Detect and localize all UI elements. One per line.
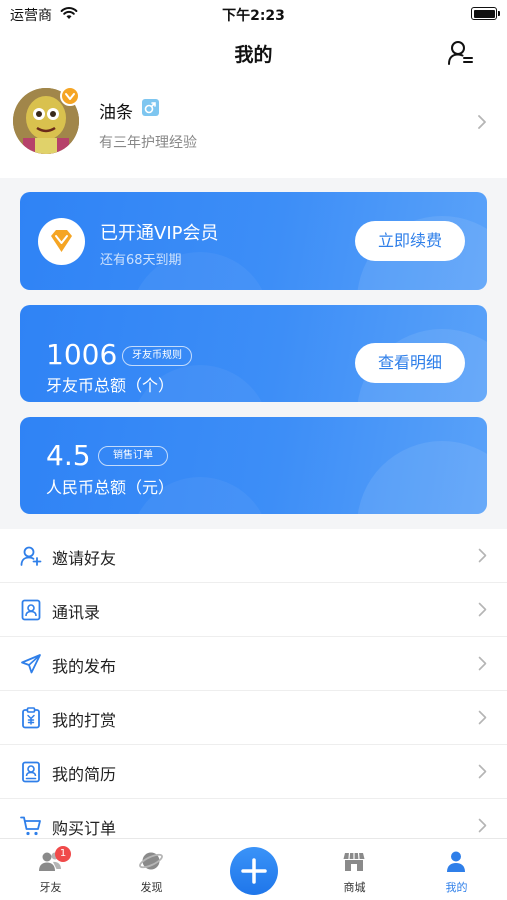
tab-store[interactable]: 商城	[304, 839, 405, 900]
view-details-button[interactable]: 查看明细	[355, 343, 465, 383]
chevron-right-icon	[478, 602, 487, 617]
coin-rules-button[interactable]: 牙友币规则	[122, 346, 192, 366]
tab-friends[interactable]: 1 牙友	[0, 839, 101, 900]
diamond-icon	[38, 218, 85, 265]
tab-label: 发现	[140, 881, 163, 894]
tab-discover[interactable]: 发现	[101, 839, 202, 900]
rmb-amount-label: 人民币总额（元）	[46, 478, 175, 497]
vip-card[interactable]: 已开通VIP会员 还有68天到期 立即续费	[20, 192, 487, 290]
user-bio: 有三年护理经验	[99, 135, 197, 151]
menu-item-my-rewards[interactable]: 我的打赏	[0, 691, 507, 745]
tab-me[interactable]: 我的	[406, 839, 507, 900]
chevron-right-icon	[478, 818, 487, 833]
profile-header[interactable]: 油条 有三年护理经验	[0, 76, 507, 178]
menu-list: 邀请好友 通讯录 我的发布 我的打赏 我的简历 购买订单	[0, 529, 507, 853]
coin-amount-label: 牙友币总额（个）	[46, 376, 175, 395]
chevron-right-icon	[478, 115, 486, 129]
menu-item-invite-friends[interactable]: 邀请好友	[0, 529, 507, 583]
vip-badge-icon	[60, 86, 80, 106]
resume-icon	[22, 761, 40, 783]
renew-button[interactable]: 立即续费	[355, 221, 465, 261]
tab-bar: 1 牙友 发现 商城 我的	[0, 838, 507, 900]
store-icon	[343, 852, 365, 871]
chevron-right-icon	[478, 710, 487, 725]
rmb-card: 4.5 销售订单 人民币总额（元）	[20, 417, 487, 514]
menu-item-label: 我的发布	[52, 657, 117, 676]
menu-item-contacts[interactable]: 通讯录	[0, 583, 507, 637]
coin-card: 1006 牙友币规则 牙友币总额（个） 查看明细	[20, 305, 487, 402]
chevron-right-icon	[478, 656, 487, 671]
battery-icon	[471, 7, 500, 20]
male-icon	[142, 99, 159, 116]
menu-item-my-resume[interactable]: 我的简历	[0, 745, 507, 799]
discover-icon	[139, 852, 163, 870]
add-user-icon	[20, 546, 42, 566]
page-title: 我的	[234, 44, 273, 66]
coin-amount: 1006	[46, 338, 118, 371]
profile-menu-icon[interactable]	[447, 39, 475, 67]
menu-item-label: 我的简历	[52, 765, 117, 784]
menu-item-my-posts[interactable]: 我的发布	[0, 637, 507, 691]
chevron-right-icon	[478, 548, 487, 563]
rmb-amount: 4.5	[46, 439, 91, 472]
cart-icon	[20, 816, 41, 836]
chevron-right-icon	[478, 764, 487, 779]
menu-item-label: 购买订单	[52, 819, 117, 838]
sales-orders-button[interactable]: 销售订单	[98, 446, 168, 466]
nav-bar: 我的	[0, 28, 507, 76]
status-time: 下午2:23	[222, 8, 285, 24]
plus-icon	[241, 858, 267, 884]
status-bar: 运营商 下午2:23	[0, 0, 507, 28]
tab-label: 商城	[343, 881, 366, 894]
menu-item-label: 邀请好友	[52, 549, 117, 568]
user-name: 油条	[99, 103, 133, 123]
menu-item-label: 通讯录	[52, 603, 101, 622]
reward-icon	[22, 707, 40, 729]
contacts-icon	[21, 599, 41, 621]
me-icon	[447, 851, 465, 872]
publish-button[interactable]	[230, 847, 278, 895]
menu-item-label: 我的打赏	[52, 711, 117, 730]
send-icon	[21, 654, 41, 674]
tab-label: 我的	[445, 881, 468, 894]
vip-expiry: 还有68天到期	[100, 253, 182, 268]
notification-badge: 1	[55, 846, 71, 862]
tab-label: 牙友	[39, 881, 62, 894]
vip-title: 已开通VIP会员	[100, 223, 219, 244]
